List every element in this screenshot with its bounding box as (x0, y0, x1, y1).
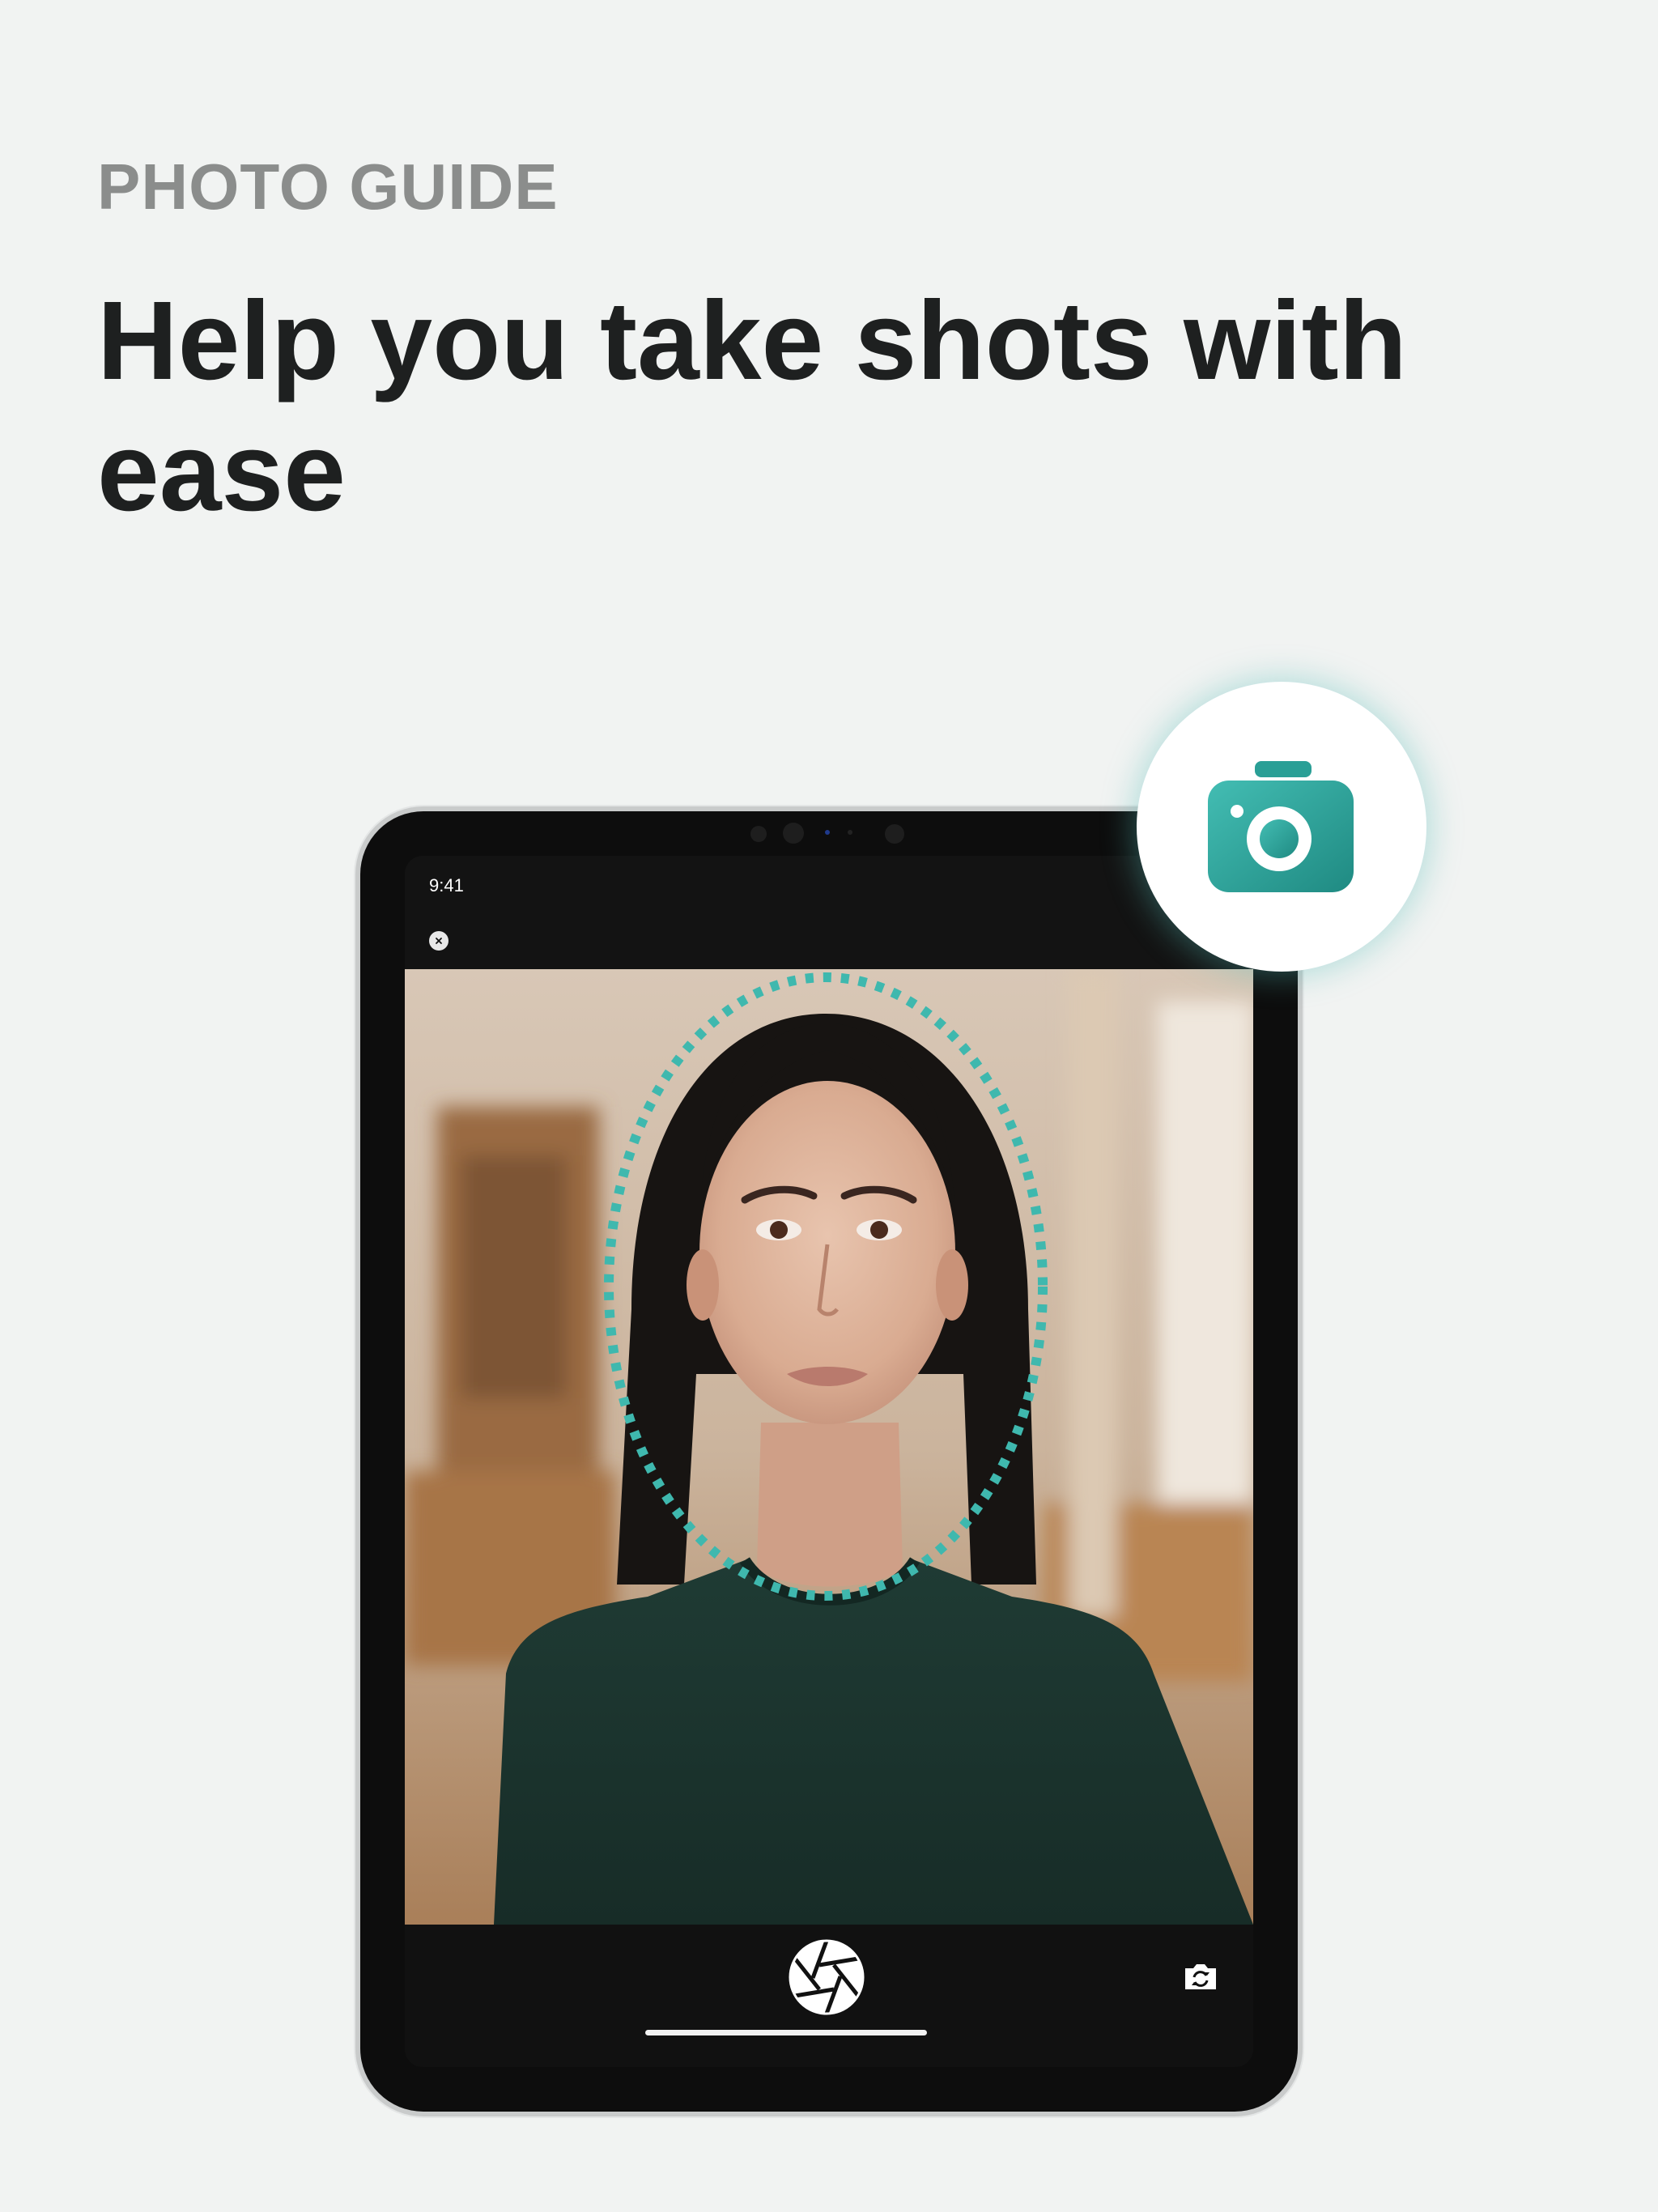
camera-icon (1208, 761, 1354, 892)
camera-screen: 9:41 (405, 856, 1253, 2067)
camera-indicator-icon (825, 830, 830, 835)
flip-camera-icon (1185, 1964, 1216, 1989)
home-indicator (645, 2030, 927, 2035)
camera-controls-bar (405, 1925, 1253, 2067)
viewfinder-preview-image (405, 969, 1253, 1925)
close-icon (436, 938, 442, 944)
tablet-device-frame: 9:41 (360, 811, 1298, 2112)
front-sensor-icon (885, 824, 904, 844)
status-bar-time: 9:41 (429, 875, 464, 895)
section-eyebrow: PHOTO GUIDE (97, 151, 559, 223)
shutter-button[interactable] (789, 1939, 865, 2015)
close-button[interactable] (429, 931, 449, 951)
front-sensor-icon (848, 830, 852, 835)
aperture-shutter-icon (789, 1939, 865, 2015)
camera-badge (1137, 682, 1426, 972)
flip-camera-button[interactable] (1182, 1960, 1219, 1993)
front-camera-icon (783, 823, 804, 844)
page-headline: Help you take shots with ease (97, 279, 1407, 534)
camera-viewfinder[interactable] (405, 969, 1253, 1925)
front-sensor-icon (750, 826, 767, 842)
